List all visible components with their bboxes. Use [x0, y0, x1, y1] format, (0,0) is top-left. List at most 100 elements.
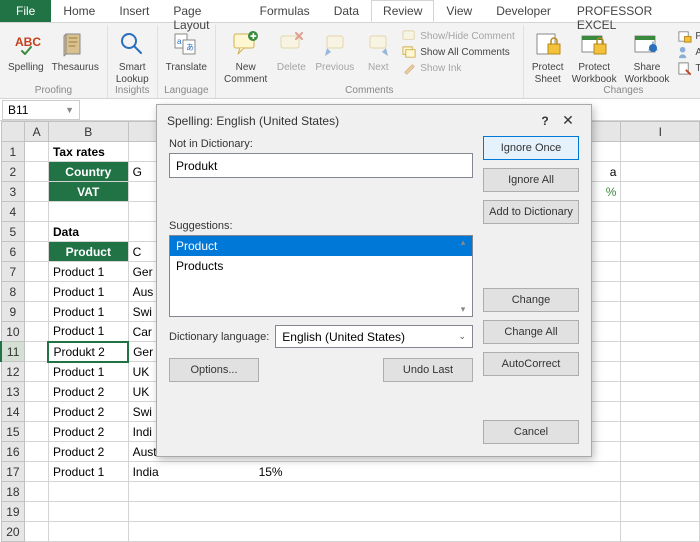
- cell[interactable]: [621, 502, 700, 522]
- cell[interactable]: [25, 162, 49, 182]
- cell[interactable]: [621, 302, 700, 322]
- cell[interactable]: [48, 502, 128, 522]
- row-header[interactable]: 3: [1, 182, 25, 202]
- cell[interactable]: [621, 462, 700, 482]
- name-box[interactable]: B11▼: [2, 100, 80, 120]
- cell[interactable]: Country: [48, 162, 128, 182]
- cell[interactable]: Product 2: [48, 422, 128, 442]
- ignore-all-button[interactable]: Ignore All: [483, 168, 579, 192]
- suggestions-list[interactable]: Product Products ▴▾: [169, 235, 473, 317]
- cell[interactable]: [25, 302, 49, 322]
- cell[interactable]: [621, 522, 700, 542]
- cell[interactable]: [621, 222, 700, 242]
- cell[interactable]: [128, 522, 621, 542]
- spelling-button[interactable]: ABC Spelling: [4, 27, 48, 74]
- row-header[interactable]: 10: [1, 322, 25, 342]
- close-button[interactable]: ✕: [555, 112, 581, 129]
- col-header-i[interactable]: I: [621, 122, 700, 142]
- col-header-b[interactable]: B: [48, 122, 128, 142]
- cell[interactable]: Product 2: [48, 442, 128, 462]
- show-all-comments-button[interactable]: Show All Comments: [398, 45, 518, 60]
- row-header[interactable]: 9: [1, 302, 25, 322]
- cell[interactable]: [25, 442, 49, 462]
- help-button[interactable]: ?: [535, 114, 555, 128]
- cell[interactable]: Produkt 2: [48, 342, 128, 362]
- cell[interactable]: [48, 482, 128, 502]
- new-comment-button[interactable]: ✚ New Comment: [220, 27, 271, 85]
- cell[interactable]: [621, 242, 700, 262]
- cell[interactable]: [25, 222, 49, 242]
- cell[interactable]: Product 1: [48, 282, 128, 302]
- share-workbook-button[interactable]: Share Workbook: [621, 27, 674, 85]
- cell[interactable]: [621, 442, 700, 462]
- cell[interactable]: [25, 322, 49, 342]
- cell[interactable]: [25, 242, 49, 262]
- row-header[interactable]: 2: [1, 162, 25, 182]
- cell[interactable]: [25, 522, 49, 542]
- cell[interactable]: [128, 502, 621, 522]
- options-button[interactable]: Options...: [169, 358, 259, 382]
- cell[interactable]: [621, 362, 700, 382]
- cell[interactable]: [25, 402, 49, 422]
- cancel-button[interactable]: Cancel: [483, 420, 579, 444]
- row-header[interactable]: 20: [1, 522, 25, 542]
- scrollbar[interactable]: ▴▾: [455, 237, 471, 315]
- thesaurus-button[interactable]: Thesaurus: [48, 27, 103, 74]
- suggestion-item[interactable]: Product: [170, 236, 472, 256]
- row-header[interactable]: 17: [1, 462, 25, 482]
- tab-home[interactable]: Home: [51, 0, 107, 22]
- cell[interactable]: Tax rates: [48, 142, 128, 162]
- cell[interactable]: [25, 422, 49, 442]
- row-header[interactable]: 15: [1, 422, 25, 442]
- autocorrect-button[interactable]: AutoCorrect: [483, 352, 579, 376]
- dialog-titlebar[interactable]: Spelling: English (United States) ? ✕: [157, 105, 591, 136]
- col-header-a[interactable]: A: [25, 122, 49, 142]
- row-header[interactable]: 18: [1, 482, 25, 502]
- smart-lookup-button[interactable]: Smart Lookup: [112, 27, 153, 85]
- tab-developer[interactable]: Developer: [484, 0, 563, 22]
- cell[interactable]: [25, 282, 49, 302]
- allow-users-button[interactable]: Allo: [673, 45, 700, 60]
- cell[interactable]: [25, 342, 49, 362]
- cell[interactable]: Data: [48, 222, 128, 242]
- cell[interactable]: [621, 482, 700, 502]
- cell[interactable]: [621, 422, 700, 442]
- add-to-dictionary-button[interactable]: Add to Dictionary: [483, 200, 579, 224]
- cell[interactable]: Product: [48, 242, 128, 262]
- protect-share-button[interactable]: Prot: [673, 29, 700, 44]
- cell[interactable]: [25, 202, 49, 222]
- row-header[interactable]: 16: [1, 442, 25, 462]
- row-header[interactable]: 12: [1, 362, 25, 382]
- cell[interactable]: [621, 382, 700, 402]
- cell[interactable]: [25, 502, 49, 522]
- tab-professor-excel[interactable]: PROFESSOR EXCEL: [563, 0, 700, 22]
- cell[interactable]: [25, 182, 49, 202]
- tab-insert[interactable]: Insert: [107, 0, 161, 22]
- row-header[interactable]: 7: [1, 262, 25, 282]
- tab-view[interactable]: View: [434, 0, 484, 22]
- tab-formulas[interactable]: Formulas: [248, 0, 322, 22]
- cell[interactable]: Product 2: [48, 382, 128, 402]
- change-all-button[interactable]: Change All: [483, 320, 579, 344]
- protect-sheet-button[interactable]: Protect Sheet: [528, 27, 568, 85]
- row-header[interactable]: 14: [1, 402, 25, 422]
- cell[interactable]: [621, 182, 700, 202]
- tab-data[interactable]: Data: [322, 0, 371, 22]
- tab-file[interactable]: File: [0, 0, 51, 22]
- row-header[interactable]: 1: [1, 142, 25, 162]
- cell[interactable]: Product 1: [48, 322, 128, 342]
- cell[interactable]: [25, 482, 49, 502]
- translate-button[interactable]: aあ Translate: [162, 27, 211, 74]
- undo-last-button[interactable]: Undo Last: [383, 358, 473, 382]
- cell[interactable]: [621, 322, 700, 342]
- tab-page-layout[interactable]: Page Layout: [161, 0, 247, 22]
- cell[interactable]: [621, 202, 700, 222]
- select-all-cell[interactable]: [1, 122, 25, 142]
- change-button[interactable]: Change: [483, 288, 579, 312]
- cell[interactable]: [621, 162, 700, 182]
- row-header[interactable]: 5: [1, 222, 25, 242]
- cell[interactable]: [621, 142, 700, 162]
- cell[interactable]: [25, 262, 49, 282]
- row-header[interactable]: 13: [1, 382, 25, 402]
- suggestion-item[interactable]: Products: [170, 256, 472, 276]
